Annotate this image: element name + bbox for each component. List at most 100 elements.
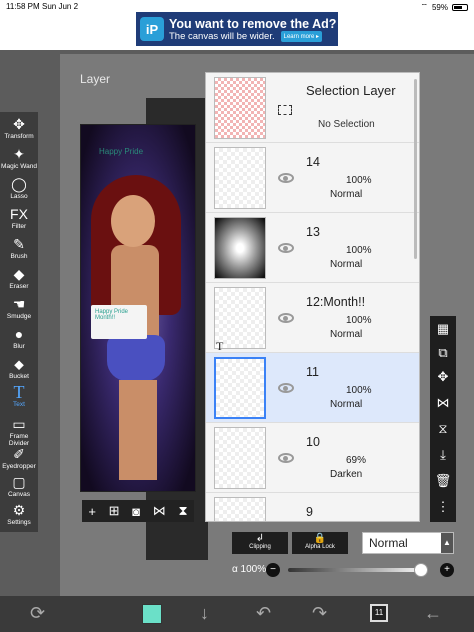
- tool-eyedropper[interactable]: ✐ Eyedropper: [0, 446, 38, 470]
- layer-name: 9: [306, 505, 313, 519]
- tool-smudge[interactable]: ☚ Smudge: [0, 296, 38, 320]
- layer-actions-toolbar: + ⊞ ◙ ⋈ ⧗: [82, 500, 194, 522]
- layer-blend-mode: Darken: [330, 469, 363, 480]
- undo-icon[interactable]: ↶: [256, 604, 271, 622]
- layer-row[interactable]: 10 69% Darken: [206, 423, 419, 493]
- tool-label: Text: [13, 401, 25, 408]
- merge-down-icon[interactable]: ⤓: [430, 444, 456, 466]
- layer-blend-mode: Normal: [330, 399, 363, 410]
- blend-mode-select[interactable]: Normal ▲: [362, 532, 454, 554]
- layer-blend-mode: Normal: [330, 329, 363, 340]
- layer-opacity: 100%: [346, 175, 372, 186]
- ad-learn-more-button[interactable]: Learn more ▸: [280, 30, 322, 42]
- eye-icon[interactable]: [278, 243, 294, 253]
- eye-icon[interactable]: [278, 313, 294, 323]
- canvas-artwork[interactable]: Happy Pride Happy Pride Month!!: [80, 124, 196, 492]
- layer-name: 10: [306, 435, 320, 449]
- current-color-swatch[interactable]: [142, 604, 162, 624]
- ad-subtitle: The canvas will be wider.: [169, 30, 275, 42]
- tool-label: Blur: [13, 343, 25, 350]
- tool-transform[interactable]: ✥ Transform: [0, 116, 38, 140]
- tool-label: Bucket: [9, 373, 29, 380]
- eye-icon[interactable]: [278, 173, 294, 183]
- layer-name: 11: [306, 365, 319, 379]
- status-time: 11:58 PM: [6, 2, 40, 11]
- tool-label: Settings: [7, 519, 31, 526]
- tool-label: Magic Wand: [1, 163, 37, 170]
- layer-opacity: 100%: [346, 385, 372, 396]
- opacity-slider-knob[interactable]: [414, 563, 428, 577]
- layers-button[interactable]: 11: [370, 604, 388, 622]
- eyedropper-icon: ✐: [13, 446, 25, 462]
- layer-opacity: 100%: [346, 315, 372, 326]
- tool-canvas[interactable]: ▢ Canvas: [0, 474, 38, 498]
- eraser-icon: ◆: [13, 266, 25, 282]
- checker-layer-icon[interactable]: ▦: [430, 318, 456, 340]
- redo-icon[interactable]: ↷: [312, 604, 327, 622]
- ibis-logo-icon: iP: [140, 17, 164, 41]
- tool-magic-wand[interactable]: ✦ Magic Wand: [0, 146, 38, 170]
- tool-frame-divider[interactable]: ▭ Frame Divider: [0, 416, 38, 447]
- status-date: Sun Jun 2: [42, 2, 79, 11]
- add-layer-icon[interactable]: +: [88, 504, 96, 519]
- arrow-down-icon[interactable]: ↓: [200, 604, 209, 622]
- tool-filter[interactable]: FX Filter: [0, 206, 38, 230]
- character-legs: [119, 380, 157, 480]
- tool-bucket[interactable]: ⬥ Bucket: [0, 356, 38, 380]
- smudge-icon: ☚: [12, 296, 26, 312]
- add-special-layer-icon[interactable]: ⊞: [109, 503, 120, 519]
- ad-banner[interactable]: iP You want to remove the Ad? The canvas…: [136, 12, 338, 46]
- layer-row-selection[interactable]: Selection Layer No Selection: [206, 73, 419, 143]
- artwork-sign: Happy Pride Month!!: [91, 305, 147, 339]
- transform-rotate-icon[interactable]: ⟳: [30, 604, 45, 622]
- flip-horizontal-icon[interactable]: ⋈: [430, 392, 456, 414]
- move-arrows-icon[interactable]: ✥: [430, 366, 456, 388]
- tool-label: Transform: [4, 133, 34, 140]
- ad-subtitle-row: The canvas will be wider. Learn more ▸: [169, 30, 336, 42]
- layer-opacity: 100%: [346, 245, 372, 256]
- tool-label: Filter: [11, 223, 27, 230]
- layer-name: Selection Layer: [306, 83, 396, 98]
- layer-row[interactable]: 9: [206, 493, 419, 521]
- layer-name: 13: [306, 225, 320, 239]
- layer-row[interactable]: 13 100% Normal: [206, 213, 419, 283]
- tool-settings[interactable]: ⚙ Settings: [0, 502, 38, 526]
- tool-lasso[interactable]: ◯ Lasso: [0, 176, 38, 200]
- layer-thumbnail: [214, 77, 266, 139]
- canvas-icon: ▢: [12, 474, 26, 490]
- more-options-icon[interactable]: ⋮: [430, 496, 456, 518]
- tool-sidebar: ✥ Transform ✦ Magic Wand ◯ Lasso FX Filt…: [0, 112, 38, 532]
- opacity-increase-button[interactable]: +: [440, 563, 454, 577]
- tool-label: Eyedropper: [2, 463, 36, 470]
- filter-icon: FX: [10, 206, 28, 222]
- layers-scrollbar[interactable]: [414, 79, 417, 259]
- layer-row[interactable]: T 12:Month!! 100% Normal: [206, 283, 419, 353]
- eye-icon[interactable]: [278, 453, 294, 463]
- ad-text: You want to remove the Ad? The canvas wi…: [169, 17, 336, 42]
- eye-icon[interactable]: [278, 383, 294, 393]
- flip-vertical-icon[interactable]: ⧖: [430, 418, 456, 440]
- layers-list[interactable]: Selection Layer No Selection 14 100% Nor…: [205, 72, 420, 522]
- tool-eraser[interactable]: ◆ Eraser: [0, 266, 38, 290]
- layer-blend-mode: Normal: [330, 259, 363, 270]
- layer-row-selected[interactable]: 11 100% Normal: [206, 353, 419, 423]
- status-bar: 11:58 PM Sun Jun 2 ⌔ 59%: [0, 0, 474, 12]
- tool-text[interactable]: T Text: [0, 383, 38, 408]
- trash-icon[interactable]: 🗑: [430, 470, 456, 492]
- camera-icon[interactable]: ◙: [132, 504, 140, 519]
- tool-label: Brush: [10, 253, 28, 260]
- tool-blur[interactable]: ● Blur: [0, 326, 38, 350]
- back-arrow-icon[interactable]: ←: [424, 604, 442, 622]
- move-layer-icon[interactable]: ⧉: [430, 342, 456, 364]
- merge-layer-icon[interactable]: ⧗: [178, 503, 187, 519]
- layer-row[interactable]: 14 100% Normal: [206, 143, 419, 213]
- flip-horizontal-icon[interactable]: ⋈: [153, 503, 166, 519]
- opacity-slider[interactable]: [288, 563, 428, 577]
- battery-percent: 59%: [431, 2, 448, 12]
- clipping-button[interactable]: ↲ Clipping: [232, 532, 288, 554]
- alpha-lock-button[interactable]: 🔒 Alpha Lock: [292, 532, 348, 554]
- tool-label: Smudge: [6, 313, 32, 320]
- opacity-decrease-button[interactable]: −: [266, 563, 280, 577]
- tool-brush[interactable]: ✎ Brush: [0, 236, 38, 260]
- alpha-opacity-label: α 100%: [232, 564, 267, 575]
